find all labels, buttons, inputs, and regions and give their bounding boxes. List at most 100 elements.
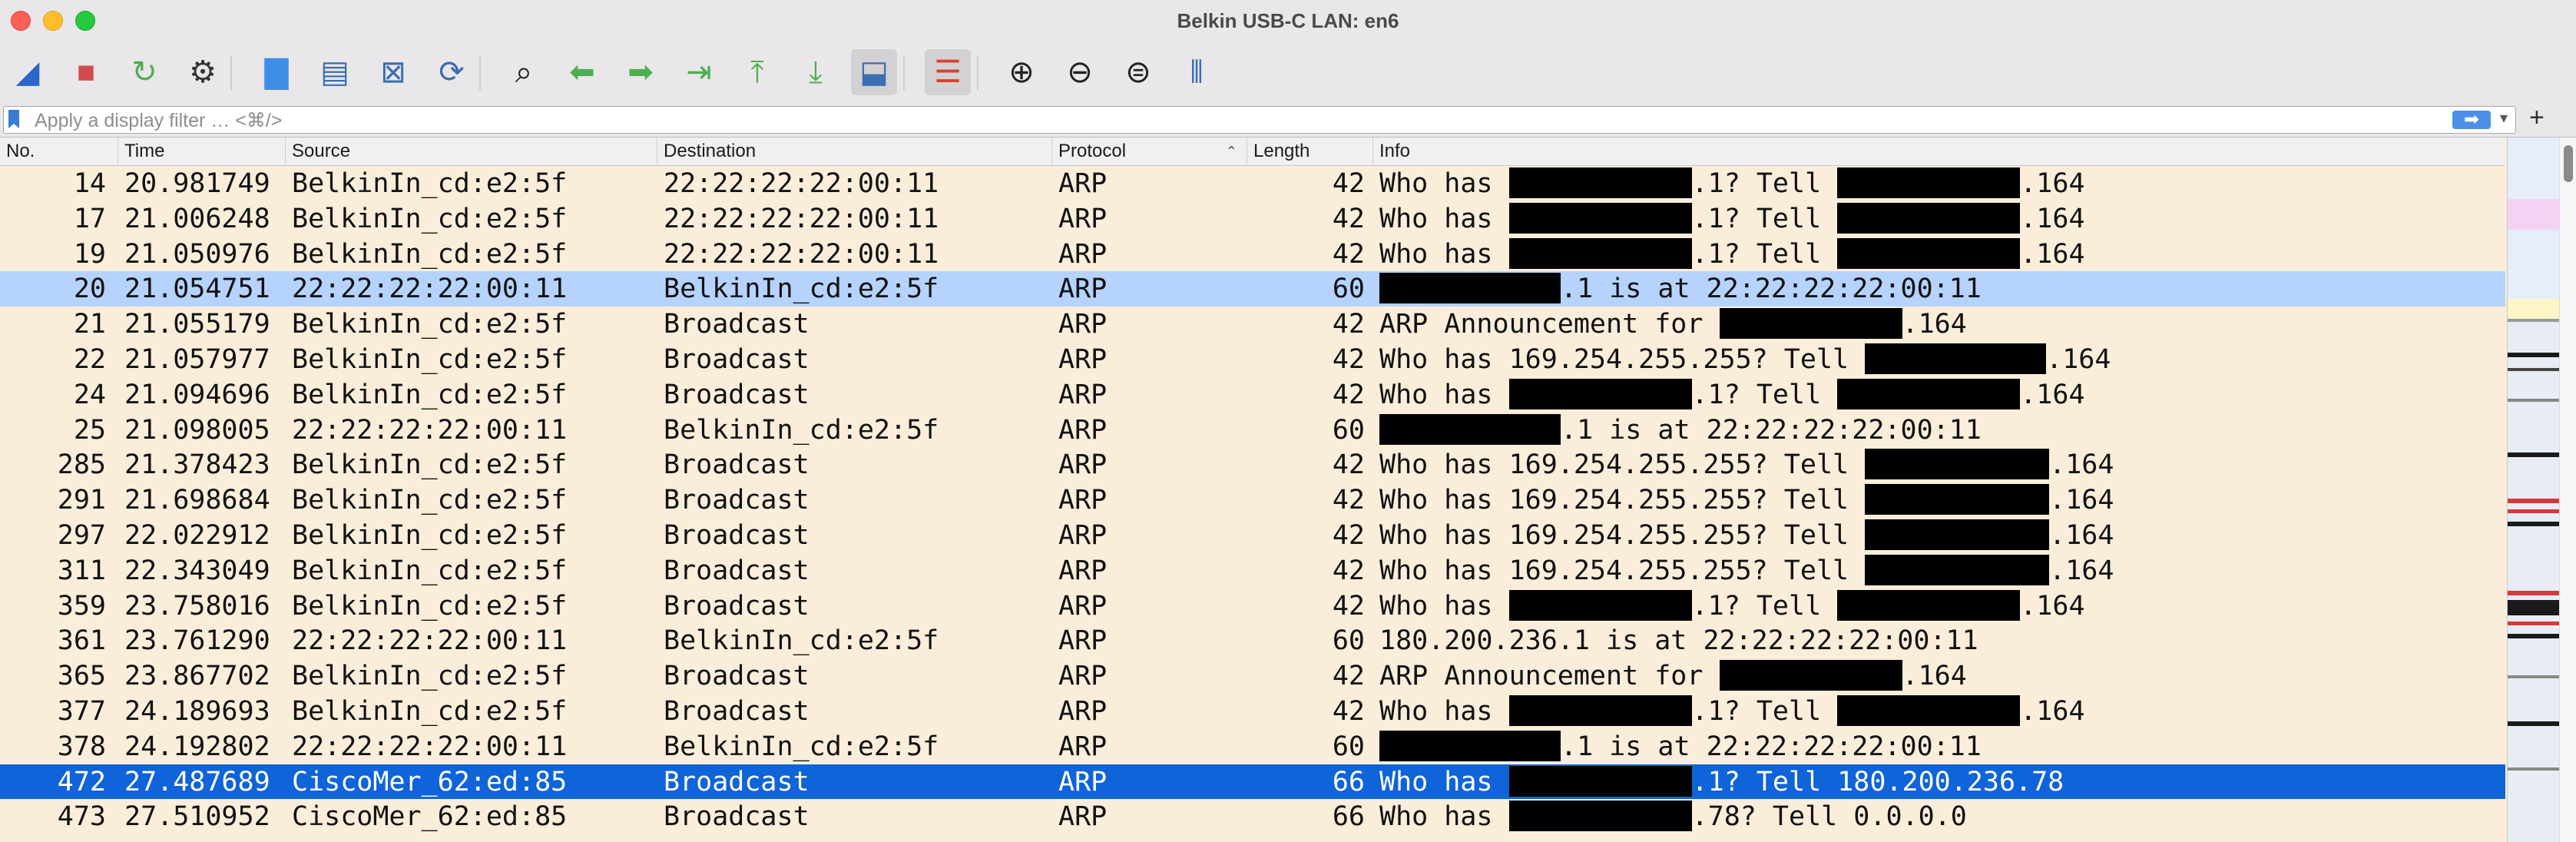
packet-list-header: No. Time Source Destination Protocol ⌃ L… <box>0 138 2505 166</box>
packet-row[interactable]: 365 23.867702 BelkinIn_cd:e2:5f Broadcast AR… <box>0 658 2505 694</box>
find-packet-icon[interactable]: ⌕ <box>501 49 547 95</box>
redaction-block <box>1508 167 1692 198</box>
packet-minimap[interactable] <box>2507 138 2560 842</box>
packet-info: Who has .1? Tell .164 <box>1379 378 2085 411</box>
packet-row[interactable]: 361 23.761290 22:22:22:22:00:11 BelkinIn_cd… <box>0 623 2505 659</box>
redaction-block <box>1837 378 2021 409</box>
packet-info-text: Who has <box>1379 590 1509 622</box>
packet-row[interactable]: 21 21.055179 BelkinIn_cd:e2:5f Broadcast ARP… <box>0 307 2505 342</box>
toolbar-separator <box>230 55 232 91</box>
column-header-destination[interactable]: Destination <box>657 138 1052 165</box>
packet-info-text: Who has <box>1379 766 1509 797</box>
packet-length: 42 <box>1332 661 1365 692</box>
open-file-icon[interactable]: ▇ <box>253 49 300 95</box>
toolbar-separator <box>479 55 481 91</box>
colorize-icon[interactable]: ☰ <box>925 49 971 95</box>
save-file-icon[interactable]: ▤ <box>312 49 358 95</box>
first-packet-icon[interactable]: ⤒ <box>734 49 780 95</box>
capture-options-icon[interactable]: ⚙ <box>180 49 226 95</box>
title-bar: Belkin USB-C LAN: en6 <box>0 0 2576 44</box>
main-toolbar: ◢ ■ ↻ ⚙ ▇ ▤ ⊠ ⟳ ⌕ ⬅ ➡ ⇥ ⤒ ⤓ ⬓ ☰ ⊕ ⊖ ⊜ ⫴ <box>0 43 2576 104</box>
packet-row[interactable]: 22 21.057977 BelkinIn_cd:e2:5f Broadcast ARP… <box>0 342 2505 377</box>
column-header-no[interactable]: No. <box>0 138 118 165</box>
minimap-band <box>2508 509 2560 513</box>
column-header-protocol[interactable]: Protocol ⌃ <box>1052 138 1247 165</box>
redaction-block <box>1837 237 2021 269</box>
packet-row[interactable]: 24 21.094696 BelkinIn_cd:e2:5f Broadcast ARP… <box>0 376 2505 413</box>
minimap-band <box>2508 199 2560 230</box>
last-packet-icon[interactable]: ⤓ <box>793 49 839 95</box>
close-file-icon[interactable]: ⊠ <box>370 49 416 95</box>
redaction-block <box>1508 202 1692 234</box>
restart-capture-icon[interactable]: ↻ <box>121 49 167 95</box>
packet-info-text: Who has <box>1379 238 1509 270</box>
packet-length: 42 <box>1332 696 1365 727</box>
minimap-band <box>2508 353 2560 357</box>
go-forward-icon[interactable]: ➡ <box>618 49 664 95</box>
packet-row[interactable]: 378 24.192802 22:22:22:22:00:11 BelkinIn_cd… <box>0 728 2505 764</box>
column-header-time[interactable]: Time <box>118 138 286 165</box>
start-capture-icon[interactable]: ◢ <box>5 49 51 95</box>
packet-row[interactable]: 14 20.981749 BelkinIn_cd:e2:5f 22:22:22:22:… <box>0 166 2505 201</box>
column-header-length[interactable]: Length <box>1247 138 1373 165</box>
zoom-in-icon[interactable]: ⊕ <box>998 49 1045 95</box>
stop-capture-icon[interactable]: ■ <box>63 49 109 95</box>
add-filter-button[interactable]: + <box>2529 103 2545 133</box>
packet-row[interactable]: 20 21.054751 22:22:22:22:00:11 BelkinIn_cd:… <box>0 271 2505 307</box>
packet-info-text: .1? Tell <box>1691 696 1838 727</box>
column-header-info[interactable]: Info <box>1373 138 2505 165</box>
packet-row[interactable]: 359 23.758016 BelkinIn_cd:e2:5f Broadcast AR… <box>0 588 2505 624</box>
packet-row[interactable]: 473 27.510952 CiscoMer_62:ed:85 Broadcast AR… <box>0 799 2505 835</box>
minimap-band <box>2508 675 2560 678</box>
packet-length: 42 <box>1332 168 1365 199</box>
go-back-icon[interactable]: ⬅ <box>559 49 605 95</box>
packet-info: .1 is at 22:22:22:22:00:11 <box>1379 413 1982 446</box>
packet-length: 42 <box>1332 238 1365 270</box>
packet-info-text: .164 <box>2020 590 2085 622</box>
packet-row[interactable]: 19 21.050976 BelkinIn_cd:e2:5f 22:22:22:22:… <box>0 236 2505 272</box>
packet-length: 42 <box>1332 309 1365 340</box>
packet-info: Who has .1? Tell .164 <box>1379 589 2085 622</box>
packet-row[interactable]: 377 24.189693 BelkinIn_cd:e2:5f Broadcast AR… <box>0 694 2505 729</box>
packet-row[interactable]: 472 27.487689 CiscoMer_62:ed:85 Broadcast AR… <box>0 764 2505 800</box>
packet-info-text: .164 <box>1902 661 1967 692</box>
redaction-block <box>1837 589 2021 621</box>
packet-row[interactable]: 17 21.006248 BelkinIn_cd:e2:5f 22:22:22:22:… <box>0 201 2505 237</box>
redaction-block <box>1379 273 1561 304</box>
reload-file-icon[interactable]: ⟳ <box>429 49 475 95</box>
apply-filter-icon[interactable]: ➡ <box>2452 111 2491 129</box>
redaction-block <box>1508 695 1692 726</box>
zoom-out-icon[interactable]: ⊖ <box>1057 49 1103 95</box>
packet-row[interactable]: 297 22.022912 BelkinIn_cd:e2:5f Broadcast AR… <box>0 518 2505 553</box>
packet-info-text: .164 <box>2020 203 2085 234</box>
bookmark-icon[interactable] <box>8 110 19 128</box>
packet-info-text: .164 <box>2020 696 2085 727</box>
packet-info: 180.200.236.1 is at 22:22:22:22:00:11 <box>1379 625 1978 657</box>
minimap-band <box>2508 452 2560 457</box>
packet-info: Who has 169.254.255.255? Tell .164 <box>1379 554 2114 587</box>
filter-history-dropdown-icon[interactable]: ▾ <box>2500 108 2508 128</box>
minimap-band <box>2508 299 2560 319</box>
packet-row[interactable]: 285 21.378423 BelkinIn_cd:e2:5f Broadcast AR… <box>0 447 2505 483</box>
zoom-normal-icon[interactable]: ⊜ <box>1115 49 1161 95</box>
display-filter-input[interactable]: Apply a display filter … <⌘/> ➡ ▾ <box>3 106 2516 134</box>
go-to-packet-icon[interactable]: ⇥ <box>676 49 722 95</box>
packet-info-text: .164 <box>2020 168 2085 199</box>
scrollbar-thumb[interactable] <box>2564 145 2573 182</box>
sort-ascending-icon: ⌃ <box>1225 144 1237 159</box>
toolbar-separator <box>903 55 905 91</box>
packet-row[interactable]: 291 21.698684 BelkinIn_cd:e2:5f Broadcast AR… <box>0 482 2505 518</box>
packet-length: 66 <box>1332 766 1365 797</box>
packet-row[interactable]: 25 21.098005 22:22:22:22:00:11 BelkinIn_cd:… <box>0 412 2505 448</box>
packet-info: ARP Announcement for .164 <box>1379 660 1967 692</box>
redaction-block <box>1719 308 1902 340</box>
packet-info: Who has .1? Tell .164 <box>1379 695 2085 728</box>
packet-row[interactable]: 311 22.343049 BelkinIn_cd:e2:5f Broadcast AR… <box>0 552 2505 588</box>
minimap-band <box>2508 634 2560 638</box>
column-header-source[interactable]: Source <box>286 138 657 165</box>
resize-columns-icon[interactable]: ⫴ <box>1174 49 1220 95</box>
packet-info-text: .164 <box>2046 344 2111 375</box>
vertical-scrollbar[interactable] <box>2559 138 2576 842</box>
autoscroll-icon[interactable]: ⬓ <box>851 49 897 95</box>
packet-info-text: Who has 169.254.255.255? Tell <box>1379 449 1866 481</box>
